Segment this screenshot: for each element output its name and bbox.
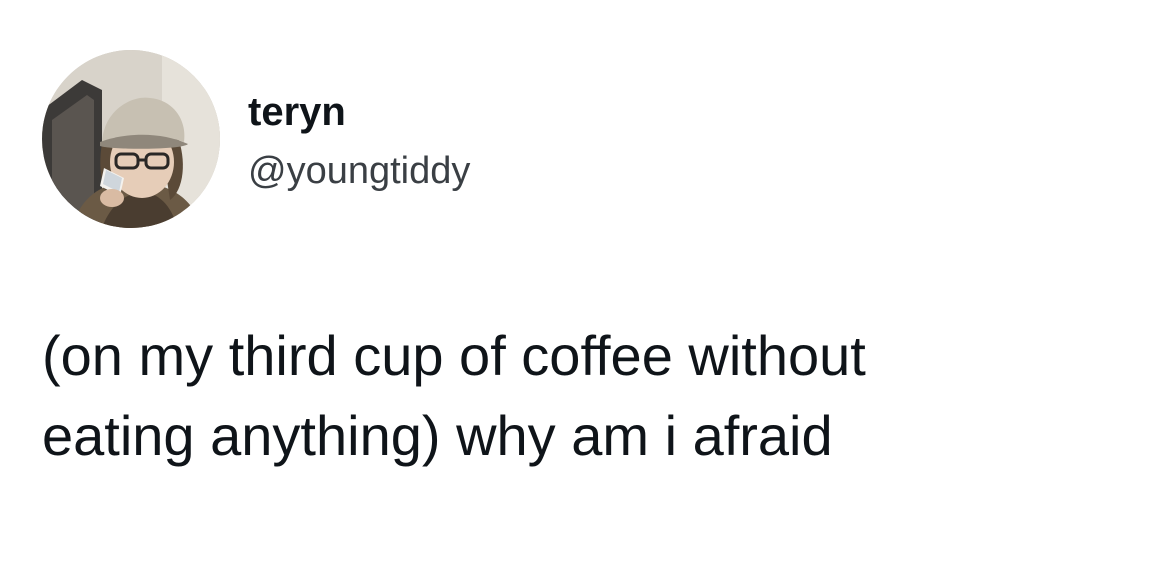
display-name[interactable]: teryn — [248, 88, 346, 136]
profile-photo-icon — [42, 50, 220, 228]
tweet-card: teryn @youngtiddy (on my third cup of co… — [0, 0, 1170, 578]
user-handle[interactable]: @youngtiddy — [248, 148, 470, 194]
avatar[interactable] — [42, 50, 220, 228]
tweet-text-line: eating anything) why am i afraid — [42, 404, 833, 467]
tweet-text-line: (on my third cup of coffee without — [42, 324, 866, 387]
tweet-text: (on my third cup of coffee without eatin… — [42, 316, 1152, 476]
